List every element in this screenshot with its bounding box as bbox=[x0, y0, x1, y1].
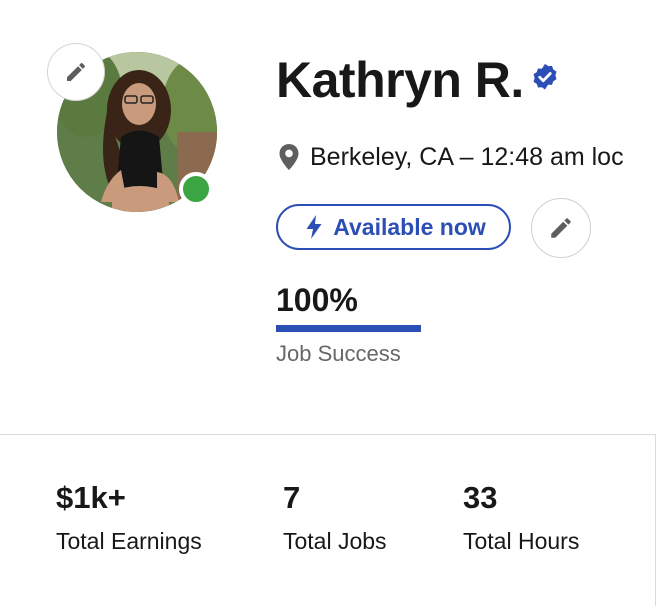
stat-value: 7 bbox=[283, 480, 301, 515]
lightning-bolt-icon bbox=[305, 214, 323, 240]
location-text: Berkeley, CA – 12:48 am loc bbox=[310, 142, 624, 171]
verified-badge-icon bbox=[530, 62, 560, 92]
stat-label: Total Earnings bbox=[56, 528, 202, 554]
stat-total-hours: 33 Total Hours bbox=[463, 479, 579, 555]
pencil-icon bbox=[64, 60, 88, 84]
stat-label: Total Hours bbox=[463, 528, 580, 554]
job-success-bar-fill bbox=[276, 325, 421, 332]
availability-button[interactable]: Available now bbox=[276, 204, 511, 250]
job-success-value: 100% bbox=[276, 282, 358, 318]
job-success-bar bbox=[276, 325, 421, 332]
location-info: Berkeley, CA – 12:48 am loc bbox=[278, 140, 624, 174]
edit-availability-button[interactable] bbox=[531, 198, 591, 258]
stat-total-earnings: $1k+ Total Earnings bbox=[56, 479, 202, 555]
location-pin-icon bbox=[278, 143, 300, 171]
profile-header: Kathryn R. Berkeley, CA – 12:48 am loc A… bbox=[0, 0, 658, 434]
stat-value: 33 bbox=[463, 480, 498, 515]
profile-name: Kathryn R. bbox=[276, 52, 524, 108]
edit-photo-button[interactable] bbox=[47, 43, 105, 101]
pencil-icon bbox=[548, 215, 574, 241]
stat-value: $1k+ bbox=[56, 480, 126, 515]
stat-total-jobs: 7 Total Jobs bbox=[283, 479, 387, 555]
stats-panel: $1k+ Total Earnings 7 Total Jobs 33 Tota… bbox=[0, 434, 656, 606]
stat-label: Total Jobs bbox=[283, 528, 387, 554]
job-success-label: Job Success bbox=[276, 341, 401, 366]
availability-label: Available now bbox=[333, 213, 486, 240]
online-status-indicator bbox=[179, 172, 213, 206]
